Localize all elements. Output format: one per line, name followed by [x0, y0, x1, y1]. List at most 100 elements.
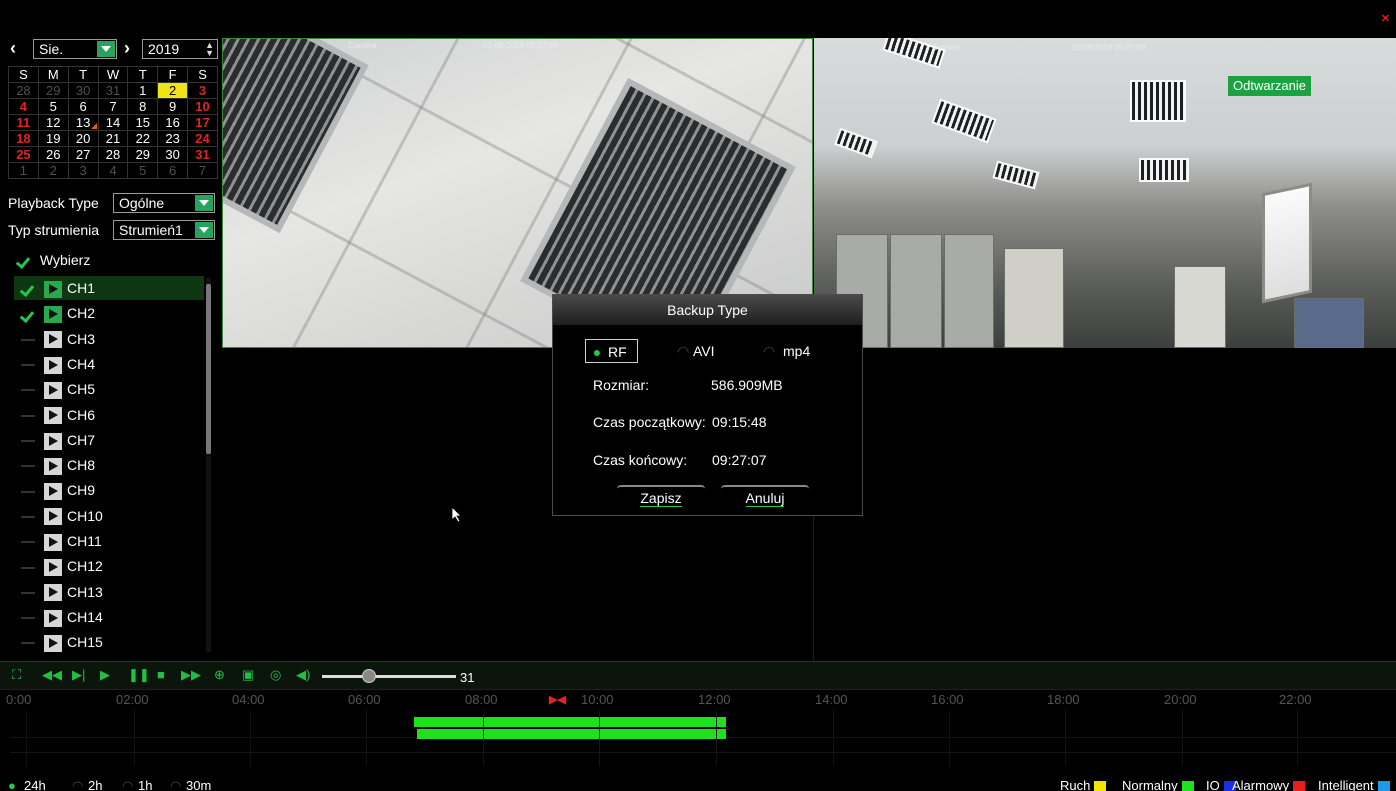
- calendar-day[interactable]: 31: [187, 146, 218, 163]
- calendar-day[interactable]: 14: [97, 114, 129, 131]
- channel-item[interactable]: CH8: [14, 453, 204, 477]
- checkbox-icon[interactable]: [20, 562, 36, 574]
- play-channel-icon[interactable]: [44, 280, 62, 298]
- calendar-day[interactable]: 30: [157, 146, 189, 163]
- channel-item[interactable]: CH6: [14, 403, 204, 427]
- channel-list-scrollbar[interactable]: [206, 278, 211, 652]
- save-clip-icon[interactable]: ▣: [242, 668, 254, 682]
- zoom-icon[interactable]: ⊕: [214, 668, 225, 682]
- timeline[interactable]: ▶◀ 0:00 02:00 04:00 06:00 08:00 10:00 12:00 14:…: [0, 689, 1396, 767]
- checkbox-icon[interactable]: [20, 460, 36, 472]
- calendar-day[interactable]: 11: [8, 114, 39, 131]
- play-channel-icon[interactable]: [44, 634, 62, 652]
- radio-icon[interactable]: ◠: [170, 778, 182, 791]
- calendar-day[interactable]: 1: [127, 82, 159, 99]
- checkbox-icon[interactable]: [20, 511, 36, 523]
- calendar-day[interactable]: 12: [37, 114, 69, 131]
- calendar-day[interactable]: 21: [97, 130, 129, 147]
- calendar-day[interactable]: 29: [127, 146, 159, 163]
- volume-icon[interactable]: ◀): [296, 668, 310, 682]
- calendar-day[interactable]: 3: [187, 82, 218, 99]
- channel-item[interactable]: CH14: [14, 605, 204, 629]
- calendar-day[interactable]: 20: [67, 130, 99, 147]
- cancel-button[interactable]: Anuluj: [721, 485, 809, 509]
- year-spinner[interactable]: 2019 ▲ ▼: [142, 39, 218, 59]
- play-channel-icon[interactable]: [44, 331, 62, 349]
- prev-month-icon[interactable]: ‹: [10, 38, 16, 58]
- play-icon[interactable]: ▶: [100, 668, 110, 682]
- calendar-day[interactable]: 25: [8, 146, 39, 163]
- channel-item[interactable]: CH15: [14, 630, 204, 654]
- option-rf[interactable]: ● RF: [585, 339, 638, 363]
- radio-icon[interactable]: ◠: [122, 778, 134, 791]
- channel-item[interactable]: CH3: [14, 327, 204, 351]
- play-channel-icon[interactable]: [44, 457, 62, 475]
- zoom-option[interactable]: ◠ 2h: [72, 778, 102, 791]
- channel-item[interactable]: CH9: [14, 478, 204, 502]
- play-channel-icon[interactable]: [44, 306, 62, 324]
- channel-item[interactable]: CH4: [14, 352, 204, 376]
- checkbox-icon[interactable]: [20, 637, 36, 649]
- chevron-down-icon[interactable]: [97, 41, 115, 57]
- close-icon[interactable]: ✕: [1381, 12, 1390, 25]
- option-mp4[interactable]: ◠ mp4: [763, 339, 810, 363]
- timeline-cursor-icon[interactable]: ▶◀: [549, 693, 566, 706]
- calendar-day[interactable]: 8: [127, 98, 159, 115]
- channel-item[interactable]: CH1: [14, 276, 204, 300]
- calendar-day[interactable]: 18: [8, 130, 39, 147]
- checkbox-icon[interactable]: [20, 536, 36, 548]
- checkbox-icon[interactable]: [20, 359, 36, 371]
- checkbox-icon[interactable]: [20, 587, 36, 599]
- stop-icon[interactable]: ■: [157, 668, 165, 682]
- recording-bar-ch2[interactable]: [417, 729, 726, 739]
- channel-item[interactable]: CH11: [14, 529, 204, 553]
- radio-selected-icon[interactable]: ●: [592, 340, 602, 364]
- scrollbar-thumb[interactable]: [206, 284, 211, 454]
- channel-item[interactable]: CH12: [14, 554, 204, 578]
- snapshot-icon[interactable]: ◎: [270, 668, 281, 682]
- step-back-icon[interactable]: ▶|: [72, 668, 85, 682]
- calendar-day[interactable]: 5: [37, 98, 69, 115]
- recording-bar-ch1[interactable]: [414, 717, 726, 727]
- channel-item[interactable]: CH10: [14, 504, 204, 528]
- chevron-down-icon[interactable]: [195, 222, 213, 238]
- volume-slider-knob[interactable]: [362, 669, 376, 683]
- calendar-day[interactable]: 10: [187, 98, 218, 115]
- volume-slider[interactable]: [322, 669, 456, 683]
- play-channel-icon[interactable]: [44, 381, 62, 399]
- channel-item[interactable]: CH13: [14, 580, 204, 604]
- checkbox-icon[interactable]: [20, 612, 36, 624]
- checkbox-icon[interactable]: [20, 309, 36, 321]
- checkbox-icon[interactable]: [20, 435, 36, 447]
- play-channel-icon[interactable]: [44, 356, 62, 374]
- calendar-day-selected[interactable]: 2: [157, 82, 189, 99]
- channel-item[interactable]: CH7: [14, 428, 204, 452]
- channel-item[interactable]: CH2: [14, 301, 204, 325]
- radio-icon[interactable]: ◠: [72, 778, 84, 791]
- calendar-day[interactable]: 27: [67, 146, 99, 163]
- radio-icon[interactable]: ◠: [763, 339, 775, 363]
- zoom-option[interactable]: ● 24h: [8, 778, 46, 791]
- radio-icon[interactable]: ◠: [677, 339, 689, 363]
- save-button[interactable]: Zapisz: [617, 485, 705, 509]
- zoom-option[interactable]: ◠ 30m: [170, 778, 211, 791]
- checkbox-icon[interactable]: [20, 283, 36, 295]
- select-all-row[interactable]: Wybierz: [16, 249, 90, 271]
- spinner-arrows-icon[interactable]: ▲ ▼: [205, 41, 214, 58]
- calendar-day[interactable]: 26: [37, 146, 69, 163]
- channel-item[interactable]: CH5: [14, 377, 204, 401]
- month-select[interactable]: Sie.: [33, 39, 117, 59]
- rewind-icon[interactable]: ◀◀: [42, 668, 62, 682]
- checkbox-icon[interactable]: [20, 410, 36, 422]
- checkbox-icon[interactable]: [20, 334, 36, 346]
- chevron-down-icon[interactable]: [195, 195, 213, 211]
- play-channel-icon[interactable]: [44, 533, 62, 551]
- pause-icon[interactable]: ❚❚: [128, 668, 150, 682]
- calendar-day[interactable]: 17: [187, 114, 218, 131]
- calendar-day[interactable]: 9: [157, 98, 189, 115]
- zoom-option[interactable]: ◠ 1h: [122, 778, 152, 791]
- calendar-day[interactable]: 4: [8, 98, 39, 115]
- playback-type-select[interactable]: Ogólne: [113, 193, 215, 213]
- play-channel-icon[interactable]: [44, 483, 62, 501]
- checkbox-icon[interactable]: [20, 384, 36, 396]
